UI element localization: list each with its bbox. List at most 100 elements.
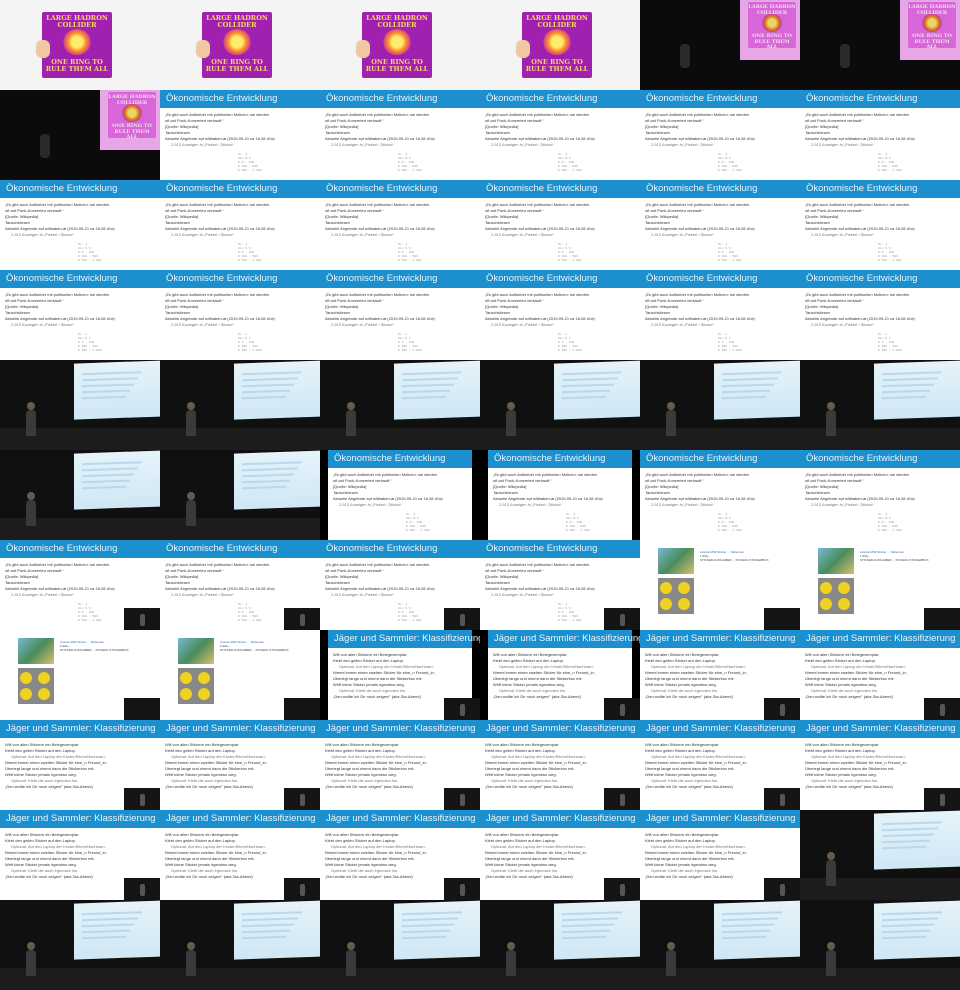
slide-frame-oeko[interactable]: Ökonomische Entwicklung „Es gibt auch Auf… — [480, 180, 640, 270]
slide-title: Ökonomische Entwicklung — [640, 90, 800, 108]
frame-lecture-hall[interactable] — [800, 810, 960, 900]
slide-frame-jaeger[interactable]: Jäger und Sammler: Klassifizierung Will v… — [320, 720, 480, 810]
speaker-figure — [620, 884, 625, 896]
slide-frame-jaeger[interactable]: Jäger und Sammler: Klassifizierung Will v… — [640, 810, 800, 900]
slide-frame-jaeger[interactable]: Jäger und Sammler: Klassifizierung Will v… — [0, 810, 160, 900]
slide-frame-oeko[interactable]: Ökonomische Entwicklung „Es gibt auch Auf… — [160, 270, 320, 360]
slide-body: Will von allen Stickern ein Belegexempla… — [493, 652, 628, 700]
slide-body: „Es gibt auch Aufkleber mit politischen … — [485, 112, 636, 148]
slide-frame-oeko[interactable]: Ökonomische Entwicklung „Es gibt auch Auf… — [640, 270, 800, 360]
slide-text-line — [882, 935, 926, 940]
slide-frame-oeko[interactable]: Ökonomische Entwicklung „Es gibt auch Auf… — [320, 270, 480, 360]
slide-text-line — [882, 371, 942, 376]
frame-lecture-hall[interactable] — [0, 450, 160, 540]
speaker-head — [827, 942, 835, 950]
slide-frame-jaeger[interactable]: Jäger und Sammler: Klassifizierung Will v… — [160, 810, 320, 900]
smiley-sticker-icon — [820, 598, 832, 610]
frame-lhc-poster[interactable]: LARGE HADRON COLLIDER ONE RING TO RULE TH… — [160, 0, 320, 90]
slide-frame-jaeger[interactable]: Jäger und Sammler: Klassifizierung Will v… — [800, 630, 960, 720]
frame-lhc-hall[interactable]: LARGE HADRON COLLIDER ONE RING TO RULE TH… — [800, 0, 960, 90]
slide-frame-oeko[interactable]: Ökonomische Entwicklung „Es gibt auch Auf… — [480, 450, 640, 540]
slide-frame-oeko[interactable]: Ökonomische Entwicklung „Es gibt auch Auf… — [0, 540, 160, 630]
frame-lhc-hall[interactable]: LARGE HADRON COLLIDER ONE RING TO RULE TH… — [0, 90, 160, 180]
frame-lhc-hall[interactable]: LARGE HADRON COLLIDER ONE RING TO RULE TH… — [640, 0, 800, 90]
slide-body: Will von allen Stickern ein Belegexempla… — [325, 742, 476, 790]
frame-lhc-poster[interactable]: LARGE HADRON COLLIDER ONE RING TO RULE TH… — [320, 0, 480, 90]
frame-lecture-hall[interactable] — [160, 360, 320, 450]
slide-frame-jaeger[interactable]: Jäger und Sammler: Klassifizierung Will v… — [320, 630, 480, 720]
frame-sticker-listing[interactable]: Austria AMS Sticker ... Stickerset 1.000,… — [0, 630, 160, 720]
slide-frame-jaeger[interactable]: Jäger und Sammler: Klassifizierung Will v… — [160, 720, 320, 810]
slide-frame-oeko[interactable]: Ökonomische Entwicklung „Es gibt auch Auf… — [800, 450, 960, 540]
slide-frame-oeko[interactable]: Ökonomische Entwicklung „Es gibt auch Auf… — [320, 90, 480, 180]
frame-lecture-hall[interactable] — [0, 360, 160, 450]
frame-lecture-hall[interactable] — [480, 900, 640, 990]
slide-frame-jaeger[interactable]: Jäger und Sammler: Klassifizierung Will v… — [480, 630, 640, 720]
slide-frame-oeko[interactable]: Ökonomische Entwicklung „Es gibt auch Auf… — [640, 90, 800, 180]
frame-sticker-listing[interactable]: Austria AMS Sticker ... Stickerset 1.000,… — [800, 540, 960, 630]
frame-sticker-listing[interactable]: Austria AMS Sticker ... Stickerset 1.000,… — [640, 540, 800, 630]
slide-frame-jaeger[interactable]: Jäger und Sammler: Klassifizierung Will v… — [640, 630, 800, 720]
price-filter-list: Nr. 1 bis € 5 € 5 - 100 € 100 - 500 € 500 - … — [558, 153, 581, 173]
frame-lecture-hall[interactable] — [480, 360, 640, 450]
slide-frame-oeko[interactable]: Ökonomische Entwicklung „Es gibt auch Auf… — [480, 540, 640, 630]
slide-frame-oeko[interactable]: Ökonomische Entwicklung „Es gibt auch Auf… — [160, 90, 320, 180]
slide-frame-oeko[interactable]: Ökonomische Entwicklung „Es gibt auch Auf… — [0, 270, 160, 360]
slide-title: Jäger und Sammler: Klassifizierung — [0, 720, 160, 738]
slide-title: Ökonomische Entwicklung — [320, 90, 480, 108]
lecture-desk — [0, 428, 160, 450]
slide-frame-jaeger[interactable]: Jäger und Sammler: Klassifizierung Will v… — [320, 810, 480, 900]
slide-frame-oeko[interactable]: Ökonomische Entwicklung „Es gibt auch Auf… — [800, 180, 960, 270]
frame-lhc-poster[interactable]: LARGE HADRON COLLIDER ONE RING TO RULE TH… — [0, 0, 160, 90]
slide-frame-oeko[interactable]: Ökonomische Entwicklung „Es gibt auch Auf… — [800, 270, 960, 360]
slide-frame-oeko[interactable]: Ökonomische Entwicklung „Es gibt auch Auf… — [480, 270, 640, 360]
price-filter-list: Nr. 1 bis € 5 € 5 - 100 € 100 - 500 € 500 - … — [238, 603, 261, 623]
frame-lecture-hall[interactable] — [800, 360, 960, 450]
slide-frame-oeko[interactable]: Ökonomische Entwicklung „Es gibt auch Auf… — [160, 540, 320, 630]
frame-lecture-hall[interactable] — [320, 360, 480, 450]
frame-lecture-hall[interactable] — [160, 450, 320, 540]
slide-frame-oeko[interactable]: Ökonomische Entwicklung „Es gibt auch Auf… — [160, 180, 320, 270]
slide-frame-oeko[interactable]: Ökonomische Entwicklung „Es gibt auch Auf… — [320, 540, 480, 630]
frame-sticker-listing[interactable]: Austria AMS Sticker ... Stickerset 1.000,… — [160, 630, 320, 720]
slide-text-line — [882, 383, 934, 388]
price-filter-list: Nr. 1 bis € 5 € 5 - 100 € 100 - 500 € 500 - … — [78, 333, 101, 353]
sticker-photo — [178, 668, 214, 704]
speaker-camera-inset — [604, 698, 640, 720]
slide-frame-oeko[interactable]: Ökonomische Entwicklung „Es gibt auch Auf… — [800, 90, 960, 180]
price-filter-list: Nr. 1 bis € 5 € 5 - 100 € 100 - 500 € 500 - … — [398, 243, 421, 263]
frame-lecture-hall[interactable] — [640, 360, 800, 450]
slide-title: Ökonomische Entwicklung — [640, 270, 800, 288]
lecture-desk — [0, 968, 160, 990]
slide-frame-jaeger[interactable]: Jäger und Sammler: Klassifizierung Will v… — [480, 720, 640, 810]
bullet-item: 2.513 Anzeigen in „Pickerl / Sticker“ — [499, 502, 563, 507]
smiley-sticker-icon — [38, 688, 50, 700]
slide-frame-oeko[interactable]: Ökonomische Entwicklung „Es gibt auch Auf… — [480, 90, 640, 180]
frame-lecture-hall[interactable] — [0, 900, 160, 990]
speaker-head — [507, 942, 515, 950]
slide-text-line — [242, 395, 286, 400]
slide-body: Will von allen Stickern ein Belegexempla… — [645, 652, 796, 700]
slide-frame-jaeger[interactable]: Jäger und Sammler: Klassifizierung Will v… — [800, 720, 960, 810]
slide-frame-jaeger[interactable]: Jäger und Sammler: Klassifizierung Will v… — [640, 720, 800, 810]
slide-frame-oeko[interactable]: Ökonomische Entwicklung „Es gibt auch Auf… — [640, 180, 800, 270]
frame-lecture-hall[interactable] — [160, 900, 320, 990]
slide-frame-oeko[interactable]: Ökonomische Entwicklung „Es gibt auch Auf… — [640, 450, 800, 540]
slide-frame-oeko[interactable]: Ökonomische Entwicklung „Es gibt auch Auf… — [320, 450, 480, 540]
slide-frame-oeko[interactable]: Ökonomische Entwicklung „Es gibt auch Auf… — [0, 180, 160, 270]
slide-frame-oeko[interactable]: Ökonomische Entwicklung „Es gibt auch Auf… — [320, 180, 480, 270]
frame-lecture-hall[interactable] — [640, 900, 800, 990]
slide-frame-jaeger[interactable]: Jäger und Sammler: Klassifizierung Will v… — [0, 720, 160, 810]
frame-lecture-hall[interactable] — [320, 900, 480, 990]
slide-frame-jaeger[interactable]: Jäger und Sammler: Klassifizierung Will v… — [480, 810, 640, 900]
lecture-desk — [320, 968, 480, 990]
smiley-sticker-icon — [38, 672, 50, 684]
slide-body: „Es gibt auch Aufkleber mit politischen … — [325, 292, 476, 328]
speaker-head — [667, 942, 675, 950]
lhc-title: LARGE HADRON COLLIDER — [366, 14, 428, 29]
frame-lhc-poster[interactable]: LARGE HADRON COLLIDER ONE RING TO RULE TH… — [480, 0, 640, 90]
frame-lecture-hall[interactable] — [800, 900, 960, 990]
speaker-camera-inset — [124, 608, 160, 630]
slide-text-line — [402, 395, 446, 400]
slide-content: Ökonomische Entwicklung „Es gibt auch Auf… — [488, 450, 632, 540]
